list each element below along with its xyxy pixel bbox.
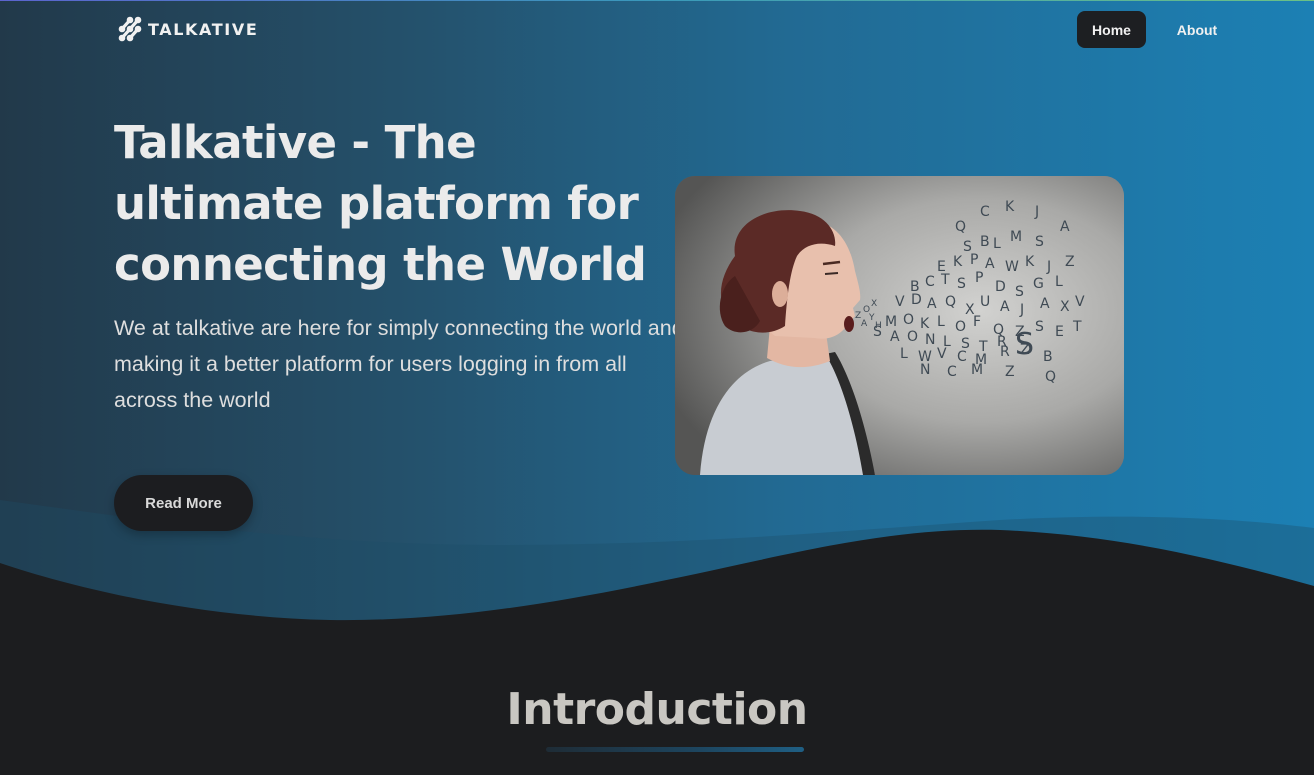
- hero-section: TALKATIVE Home About Talkative - The ult…: [0, 0, 1314, 625]
- brand-name: TALKATIVE: [148, 19, 259, 39]
- nav-home-button[interactable]: Home: [1077, 11, 1146, 48]
- svg-text:S: S: [1015, 284, 1024, 300]
- svg-text:P: P: [975, 270, 983, 286]
- svg-text:T: T: [940, 272, 950, 288]
- svg-text:X: X: [871, 299, 877, 309]
- svg-text:A: A: [985, 256, 995, 272]
- svg-text:V: V: [937, 346, 947, 362]
- svg-text:E: E: [1055, 324, 1064, 340]
- intro-title-underline: [546, 747, 804, 752]
- nav-about-button[interactable]: About: [1163, 11, 1231, 48]
- intro-title: Introduction: [506, 684, 808, 735]
- svg-text:L: L: [1055, 274, 1063, 290]
- svg-text:J: J: [1046, 259, 1051, 275]
- svg-text:Z: Z: [1065, 254, 1075, 270]
- svg-text:L: L: [900, 346, 908, 362]
- svg-text:V: V: [895, 294, 905, 310]
- svg-text:F: F: [973, 314, 981, 330]
- svg-text:K: K: [1025, 254, 1035, 270]
- svg-text:R: R: [1000, 344, 1010, 360]
- svg-text:X: X: [1060, 299, 1070, 315]
- svg-text:J: J: [1019, 302, 1024, 318]
- svg-text:O: O: [903, 312, 914, 328]
- svg-text:M: M: [971, 362, 983, 378]
- svg-text:S: S: [1015, 327, 1034, 362]
- talking-woman-illustration: QC K J S B L M SA EKPAWKJZ B C T S PD S G L VDAQXUAJA…: [675, 176, 1124, 475]
- svg-text:Q: Q: [955, 219, 966, 235]
- svg-text:D: D: [911, 292, 922, 308]
- svg-text:C: C: [925, 274, 935, 290]
- svg-text:H: H: [875, 321, 882, 331]
- svg-text:M: M: [1010, 229, 1022, 245]
- svg-text:Z: Z: [1005, 364, 1015, 380]
- svg-text:S: S: [957, 276, 966, 292]
- read-more-button[interactable]: Read More: [114, 475, 253, 531]
- svg-text:O: O: [955, 319, 966, 335]
- svg-text:L: L: [937, 314, 945, 330]
- svg-text:Q: Q: [1045, 369, 1056, 385]
- svg-text:M: M: [885, 314, 897, 330]
- hero-title: Talkative - The ultimate platform for co…: [114, 116, 647, 291]
- svg-text:U: U: [980, 294, 990, 310]
- svg-text:K: K: [1005, 199, 1015, 215]
- svg-text:A: A: [1060, 219, 1070, 235]
- hero-image-talking-woman: QCKJ SBLMSA EKPAWKJZ BCTSPDSGL VDAQXUAJA…: [675, 176, 1124, 475]
- svg-text:Q: Q: [945, 294, 956, 310]
- svg-text:N: N: [920, 362, 930, 378]
- svg-text:N: N: [925, 332, 935, 348]
- svg-text:S: S: [1035, 319, 1044, 335]
- svg-text:A: A: [890, 329, 900, 345]
- brand[interactable]: TALKATIVE: [117, 16, 258, 42]
- svg-text:P: P: [970, 252, 978, 268]
- svg-text:J: J: [1034, 204, 1039, 220]
- navbar: TALKATIVE Home About: [0, 0, 1314, 58]
- svg-text:A: A: [1040, 296, 1050, 312]
- svg-text:S: S: [1035, 234, 1044, 250]
- svg-text:A: A: [927, 296, 937, 312]
- svg-text:C: C: [947, 364, 957, 380]
- svg-text:B: B: [980, 234, 990, 250]
- svg-text:C: C: [980, 204, 990, 220]
- dots-logo-icon: [118, 16, 142, 42]
- svg-text:G: G: [1033, 276, 1044, 292]
- svg-text:A: A: [861, 319, 868, 329]
- svg-text:D: D: [995, 279, 1006, 295]
- svg-text:T: T: [1072, 319, 1082, 335]
- svg-text:W: W: [1005, 259, 1019, 275]
- svg-text:K: K: [920, 316, 930, 332]
- svg-text:C: C: [957, 349, 967, 365]
- introduction-section: Introduction: [0, 622, 1314, 775]
- svg-text:K: K: [953, 254, 963, 270]
- svg-text:B: B: [1043, 349, 1053, 365]
- svg-text:V: V: [1075, 294, 1085, 310]
- svg-text:L: L: [993, 236, 1001, 252]
- svg-text:O: O: [907, 329, 918, 345]
- hero-description: We at talkative are here for simply conn…: [114, 316, 684, 412]
- svg-text:A: A: [1000, 299, 1010, 315]
- svg-text:Y: Y: [868, 313, 875, 323]
